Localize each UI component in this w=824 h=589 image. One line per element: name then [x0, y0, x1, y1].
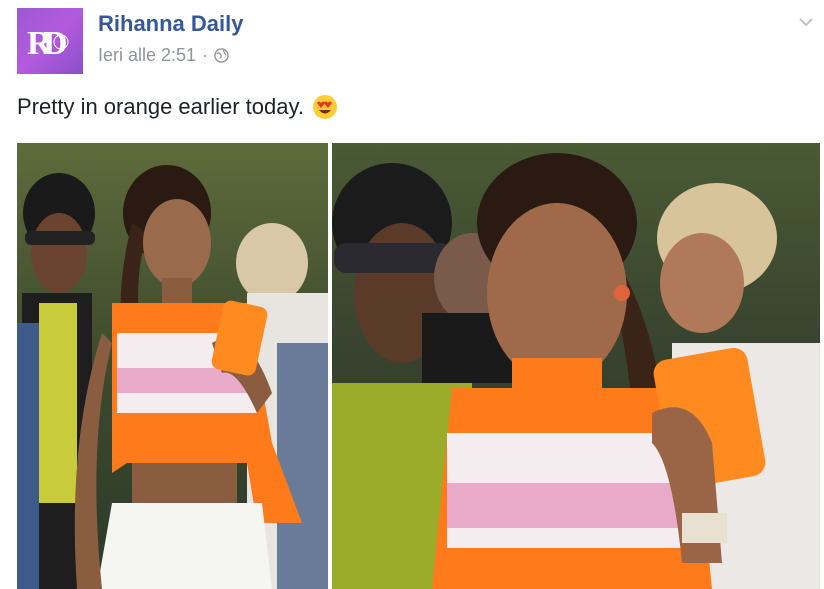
photo-left-image	[17, 143, 328, 589]
post-photo-left[interactable]	[17, 143, 328, 589]
rihanna-daily-logo-icon: R D	[27, 25, 69, 62]
photo-right-image	[332, 143, 820, 589]
post-meta: Ieri alle 2:51 ·	[98, 45, 229, 66]
chevron-down-icon[interactable]	[796, 12, 816, 32]
svg-text:D: D	[43, 25, 68, 62]
page-avatar[interactable]: R D	[17, 8, 83, 74]
globe-icon[interactable]	[214, 48, 229, 63]
post-photo-right[interactable]	[332, 143, 820, 589]
post-timestamp[interactable]: Ieri alle 2:51	[98, 45, 196, 66]
page-name-link[interactable]: Rihanna Daily	[98, 11, 243, 37]
caption-text: Pretty in orange earlier today.	[17, 94, 304, 119]
post-caption: Pretty in orange earlier today.	[17, 94, 338, 120]
meta-separator: ·	[202, 45, 209, 65]
heart-eyes-emoji-icon	[312, 95, 337, 119]
